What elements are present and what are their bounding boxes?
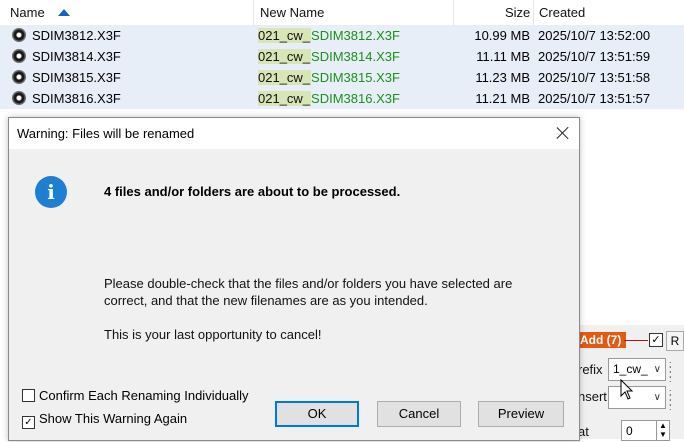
close-icon[interactable]: [555, 125, 571, 141]
sort-ascending-icon: [58, 9, 70, 16]
file-created: 2025/10/7 13:51:57: [538, 91, 651, 106]
file-name: SDIM3815.X3F: [32, 70, 121, 85]
main-message: 4 files and/or folders are about to be p…: [104, 184, 401, 199]
table-row[interactable]: SDIM3815.X3F 021_cw_SDIM3815.X3F 11.23 M…: [0, 67, 684, 88]
drag-handle-icon[interactable]: : :: :: [669, 388, 677, 412]
insert-combobox[interactable]: ∨: [608, 386, 666, 409]
raw-file-icon: [12, 70, 26, 84]
info-icon: i: [35, 176, 67, 208]
drag-handle-icon[interactable]: : :: :: [669, 360, 677, 384]
dialog-title: Warning: Files will be renamed: [17, 126, 195, 141]
raw-file-icon: [12, 28, 26, 42]
table-row[interactable]: SDIM3814.X3F 021_cw_SDIM3814.X3F 11.11 M…: [0, 46, 684, 67]
chevron-down-icon: ∨: [653, 364, 661, 375]
add-button[interactable]: Add (7): [578, 332, 626, 348]
new-name: 021_cw_SDIM3815.X3F: [258, 67, 453, 88]
spin-arrows-icon[interactable]: ▲ ▼: [656, 420, 670, 441]
detail-line: Please double-check that the files and/o…: [104, 276, 513, 291]
table-row[interactable]: SDIM3812.X3F 021_cw_SDIM3812.X3F 10.99 M…: [0, 25, 684, 46]
chevron-down-icon: ∨: [653, 392, 661, 403]
new-name: 021_cw_SDIM3814.X3F: [258, 46, 453, 67]
ok-button[interactable]: OK: [275, 401, 359, 427]
new-name-base: SDIM3814.X3F: [311, 49, 400, 64]
new-name: 021_cw_SDIM3812.X3F: [258, 25, 453, 46]
r-button[interactable]: R: [666, 331, 684, 351]
new-name-prefix: 021_cw_: [258, 70, 312, 85]
file-size: 11.23 MB: [475, 70, 530, 85]
prefix-combobox[interactable]: 1_cw_ ∨: [608, 358, 666, 381]
file-created: 2025/10/7 13:51:59: [538, 49, 651, 64]
raw-file-icon: [12, 91, 26, 105]
column-header-new-name[interactable]: New Name: [260, 0, 324, 25]
new-name-prefix: 021_cw_: [258, 91, 312, 106]
confirm-individually-option[interactable]: Confirm Each Renaming Individually: [22, 387, 249, 405]
column-divider[interactable]: [253, 0, 254, 25]
new-name-prefix: 021_cw_: [258, 49, 312, 64]
file-size: 10.99 MB: [474, 28, 530, 43]
new-name-base: SDIM3812.X3F: [311, 28, 400, 43]
detail-line: correct, and that the new filenames are …: [104, 293, 428, 308]
mouse-cursor-icon: [620, 379, 634, 400]
dialog-titlebar[interactable]: Warning: Files will be renamed: [9, 118, 579, 149]
column-divider[interactable]: [533, 0, 534, 25]
prefix-label: refix: [578, 362, 603, 377]
raw-file-icon: [12, 49, 26, 63]
column-header-name[interactable]: Name: [10, 0, 45, 25]
column-divider[interactable]: [453, 0, 454, 25]
confirm-individually-label: Confirm Each Renaming Individually: [39, 388, 249, 403]
new-name-base: SDIM3816.X3F: [311, 91, 400, 106]
file-size: 11.11 MB: [476, 49, 530, 64]
new-name-base: SDIM3815.X3F: [311, 70, 400, 85]
show-warning-checkbox[interactable]: ✓: [22, 416, 35, 429]
show-warning-label: Show This Warning Again: [39, 411, 188, 426]
rename-warning-dialog: Warning: Files will be renamed i 4 files…: [8, 117, 580, 441]
preview-button[interactable]: Preview: [478, 401, 564, 427]
table-row[interactable]: SDIM3816.X3F 021_cw_SDIM3816.X3F 11.21 M…: [0, 88, 684, 109]
prefix-value: 1_cw_: [613, 362, 648, 376]
new-name: 021_cw_SDIM3816.X3F: [258, 88, 453, 109]
file-created: 2025/10/7 13:52:00: [538, 28, 651, 43]
confirm-individually-checkbox[interactable]: [22, 389, 35, 402]
file-name: SDIM3814.X3F: [32, 49, 121, 64]
add-enabled-checkbox[interactable]: ✓: [649, 333, 663, 347]
cancel-button[interactable]: Cancel: [377, 401, 461, 427]
new-name-prefix: 021_cw_: [258, 28, 312, 43]
at-spinbox[interactable]: 0: [621, 420, 657, 441]
column-header-size[interactable]: Size: [505, 0, 530, 25]
last-chance-message: This is your last opportunity to cancel!: [104, 327, 322, 342]
file-created: 2025/10/7 13:51:58: [538, 70, 651, 85]
file-name: SDIM3812.X3F: [32, 28, 121, 43]
file-name: SDIM3816.X3F: [32, 91, 121, 106]
show-warning-option[interactable]: ✓ Show This Warning Again: [22, 410, 188, 429]
file-size: 11.21 MB: [475, 91, 530, 106]
insert-label: nsert: [578, 389, 607, 404]
add-connector-line: [624, 340, 648, 341]
column-header-created[interactable]: Created: [539, 0, 585, 25]
column-header: Name New Name Size Created: [0, 0, 684, 26]
